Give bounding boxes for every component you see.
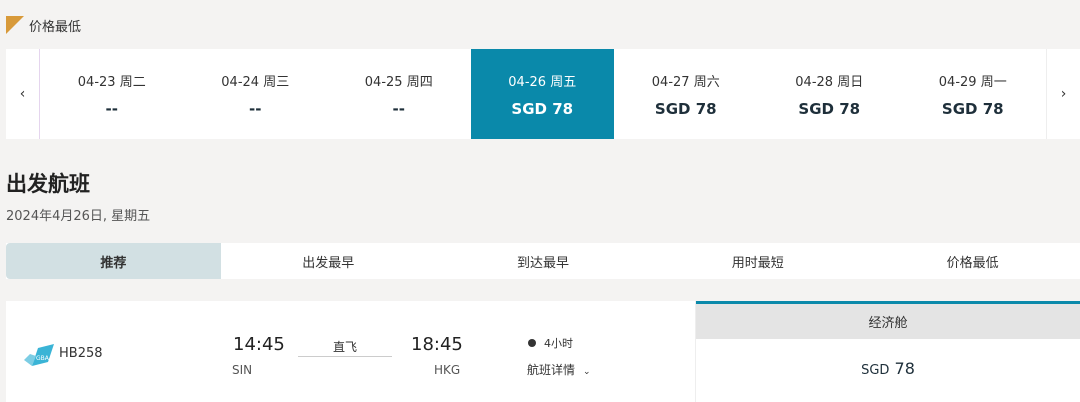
date-price: SGD 78 xyxy=(654,100,717,118)
date-list: 04-23 周二 -- 04-24 周三 -- 04-25 周四 -- 04-2… xyxy=(40,49,1046,139)
date-label: 04-27 周六 xyxy=(651,75,720,90)
date-price: SGD 78 xyxy=(511,100,574,118)
fare-amount: 78 xyxy=(894,359,915,378)
tab-recommended[interactable]: 推荐 xyxy=(6,243,221,279)
arrival-time: 18:45 xyxy=(411,334,463,355)
date-label: 04-28 周日 xyxy=(795,75,864,90)
flight-card: GBA HB258 14:45 SIN 直飞 18:45 HKG 4小时 航班详… xyxy=(6,301,1080,402)
date-price: -- xyxy=(105,100,118,118)
date-item[interactable]: 04-25 周四 -- xyxy=(327,49,471,139)
date-price: -- xyxy=(249,100,262,118)
section-title: 出发航班 xyxy=(6,172,90,196)
section-date: 2024年4月26日, 星期五 xyxy=(6,209,151,224)
price-legend: 价格最低 xyxy=(6,14,81,36)
tab-shortest-duration[interactable]: 用时最短 xyxy=(650,243,865,279)
flight-number: HB258 xyxy=(59,346,103,361)
date-label: 04-26 周五 xyxy=(508,75,577,90)
date-price: -- xyxy=(392,100,405,118)
prev-dates-button[interactable]: ‹ xyxy=(6,49,40,139)
route-line xyxy=(298,356,392,357)
fare-currency: SGD xyxy=(861,363,890,378)
flight-duration: 4小时 xyxy=(528,335,573,351)
date-price: SGD 78 xyxy=(798,100,861,118)
date-label: 04-23 周二 xyxy=(77,75,146,90)
date-label: 04-29 周一 xyxy=(938,75,1007,90)
date-item[interactable]: 04-27 周六 SGD 78 xyxy=(614,49,758,139)
tab-lowest-price[interactable]: 价格最低 xyxy=(865,243,1080,279)
arrival-airport: HKG xyxy=(434,363,461,377)
fare-price: SGD 78 xyxy=(696,359,1080,378)
stop-type: 直飞 xyxy=(332,340,357,354)
next-dates-button[interactable]: › xyxy=(1046,49,1080,139)
fare-class-label: 经济舱 xyxy=(696,304,1080,339)
greater-bay-airlines-logo-icon: GBA xyxy=(24,344,54,370)
date-selector: ‹ 04-23 周二 -- 04-24 周三 -- 04-25 周四 -- 04… xyxy=(6,49,1080,139)
date-label: 04-24 周三 xyxy=(221,75,290,90)
chevron-down-icon: ⌄ xyxy=(583,367,591,377)
chevron-left-icon: ‹ xyxy=(19,86,26,102)
date-item-selected[interactable]: 04-26 周五 SGD 78 xyxy=(470,49,614,139)
departure-time: 14:45 xyxy=(233,334,285,355)
date-label: 04-25 周四 xyxy=(364,75,433,90)
date-item[interactable]: 04-24 周三 -- xyxy=(184,49,328,139)
sort-tabs: 推荐 出发最早 到达最早 用时最短 价格最低 xyxy=(6,243,1080,279)
tab-earliest-departure[interactable]: 出发最早 xyxy=(221,243,436,279)
legend-label: 价格最低 xyxy=(29,19,82,35)
date-item[interactable]: 04-23 周二 -- xyxy=(40,49,184,139)
tab-earliest-arrival[interactable]: 到达最早 xyxy=(436,243,651,279)
date-item[interactable]: 04-29 周一 SGD 78 xyxy=(901,49,1045,139)
date-item[interactable]: 04-28 周日 SGD 78 xyxy=(758,49,902,139)
departure-airport: SIN xyxy=(232,363,253,377)
lowest-price-flag-icon xyxy=(6,16,24,34)
flight-details-toggle[interactable]: 航班详情 ⌄ xyxy=(527,361,591,378)
flight-details-label: 航班详情 xyxy=(527,363,576,377)
svg-text:GBA: GBA xyxy=(36,355,50,362)
date-price: SGD 78 xyxy=(941,100,1004,118)
duration-text: 4小时 xyxy=(544,337,573,350)
fare-economy-option[interactable]: 经济舱 SGD 78 xyxy=(695,301,1080,402)
clock-icon xyxy=(528,339,536,347)
chevron-right-icon: › xyxy=(1060,86,1067,102)
